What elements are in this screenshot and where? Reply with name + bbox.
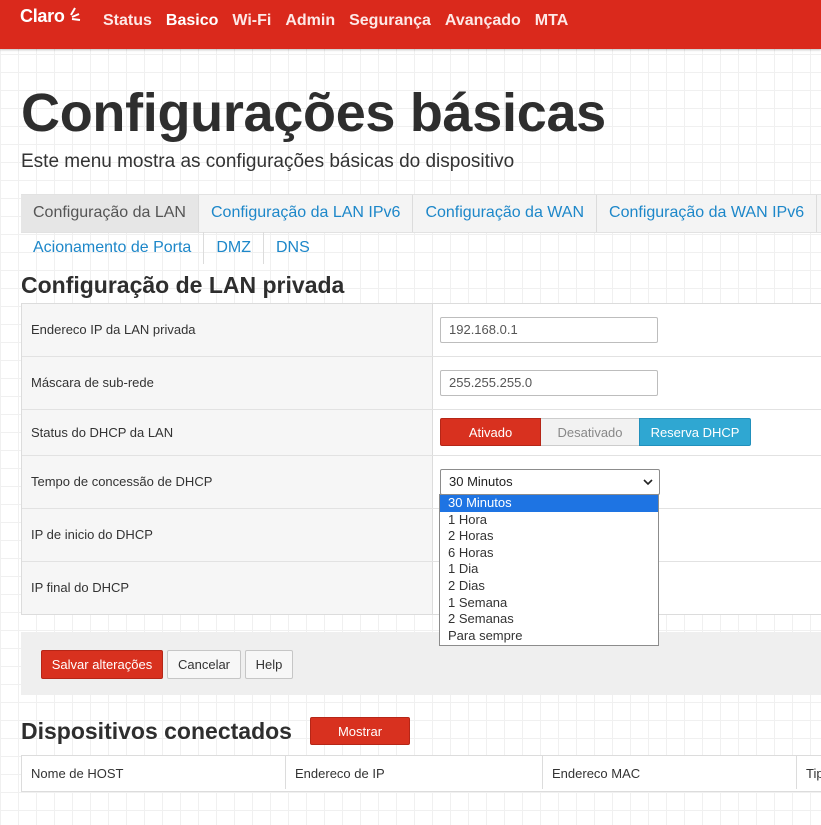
tab-wan[interactable]: Configuração da WAN: [413, 195, 598, 232]
lease-option[interactable]: 2 Dias: [440, 578, 658, 595]
dhcp-status-toggle: Ativado Desativado Reserva DHCP: [440, 418, 751, 446]
lease-option[interactable]: 2 Semanas: [440, 611, 658, 628]
show-devices-button[interactable]: Mostrar: [310, 717, 410, 745]
lease-option[interactable]: 30 Minutos: [440, 495, 658, 512]
dhcp-enabled-button[interactable]: Ativado: [440, 418, 541, 446]
devices-section-title: Dispositivos conectados: [21, 718, 292, 744]
form-row-dhcp-end: IP final do DHCP: [22, 562, 821, 614]
nav-basico[interactable]: Basico: [166, 12, 218, 30]
dhcp-disabled-button[interactable]: Desativado: [541, 418, 639, 446]
tab-lan-ipv6[interactable]: Configuração da LAN IPv6: [199, 195, 414, 232]
nav-mta[interactable]: MTA: [535, 12, 568, 30]
dhcp-reservation-button[interactable]: Reserva DHCP: [639, 418, 751, 446]
column-header[interactable]: Endereco MAC: [543, 756, 797, 789]
column-header[interactable]: Nome de HOST: [22, 756, 286, 789]
help-button[interactable]: Help: [245, 650, 293, 679]
form-row-lease: Tempo de concessão de DHCP 30 Minutos: [22, 456, 821, 509]
lease-label: Tempo de concessão de DHCP: [31, 474, 213, 489]
lan-settings-form: Endereco IP da LAN privada 192.168.0.1 M…: [21, 303, 821, 615]
tab-bar: Configuração da LAN Configuração da LAN …: [21, 194, 821, 233]
nav-seguranca[interactable]: Segurança: [349, 12, 431, 30]
page-subtitle: Este menu mostra as configurações básica…: [21, 151, 515, 172]
tab-dns[interactable]: DNS: [264, 232, 322, 264]
lan-ip-input[interactable]: 192.168.0.1: [440, 317, 658, 343]
lan-section-title: Configuração de LAN privada: [21, 272, 345, 298]
top-navigation-bar: Claro Status Basico Wi-Fi Admin Seguranç…: [0, 0, 821, 49]
lease-time-dropdown: 30 Minutos 1 Hora 2 Horas 6 Horas 1 Dia …: [439, 494, 659, 646]
dhcp-status-label: Status do DHCP da LAN: [31, 425, 174, 440]
form-row-dhcp-start: IP de inicio do DHCP: [22, 509, 821, 562]
form-row-dhcp-status: Status do DHCP da LAN Ativado Desativado…: [22, 410, 821, 456]
form-row-mask: Máscara de sub-rede 255.255.255.0: [22, 357, 821, 410]
lease-option[interactable]: 1 Hora: [440, 512, 658, 529]
devices-table-header: Nome de HOST Endereco de IP Endereco MAC…: [21, 755, 821, 792]
tab-bar-secondary: Acionamento de Porta DMZ DNS: [21, 232, 322, 264]
column-header[interactable]: Tip: [797, 756, 821, 789]
logo-text: Claro: [20, 6, 65, 26]
lease-time-select[interactable]: 30 Minutos: [440, 469, 660, 495]
form-row-ip: Endereco IP da LAN privada 192.168.0.1: [22, 304, 821, 357]
chevron-down-icon: [643, 479, 653, 486]
lease-time-value: 30 Minutos: [449, 474, 513, 489]
lease-option[interactable]: 1 Dia: [440, 561, 658, 578]
tab-dmz[interactable]: DMZ: [204, 232, 264, 264]
lease-option[interactable]: 1 Semana: [440, 595, 658, 612]
lease-option[interactable]: 2 Horas: [440, 528, 658, 545]
nav-status[interactable]: Status: [103, 12, 152, 30]
dhcp-start-label: IP de inicio do DHCP: [31, 527, 153, 542]
nav-admin[interactable]: Admin: [285, 12, 335, 30]
tab-port-triggering[interactable]: Acionamento de Porta: [21, 232, 205, 264]
ip-label: Endereco IP da LAN privada: [31, 322, 196, 337]
cancel-button[interactable]: Cancelar: [167, 650, 241, 679]
mask-label: Máscara de sub-rede: [31, 375, 154, 390]
lease-option[interactable]: Para sempre: [440, 628, 658, 645]
nav-wifi[interactable]: Wi-Fi: [232, 12, 271, 30]
claro-logo[interactable]: Claro: [20, 6, 81, 27]
claro-logo-icon: [70, 7, 81, 21]
page-title: Configurações básicas: [21, 83, 606, 143]
tab-wan-ipv6[interactable]: Configuração da WAN IPv6: [597, 195, 818, 232]
nav-avancado[interactable]: Avançado: [445, 12, 521, 30]
tab-lan[interactable]: Configuração da LAN: [21, 195, 199, 232]
column-header[interactable]: Endereco de IP: [286, 756, 543, 789]
dhcp-end-label: IP final do DHCP: [31, 580, 130, 595]
subnet-mask-input[interactable]: 255.255.255.0: [440, 370, 658, 396]
form-actions: Salvar alterações Cancelar Help: [21, 632, 821, 695]
lease-option[interactable]: 6 Horas: [440, 545, 658, 562]
main-menu: Status Basico Wi-Fi Admin Segurança Avan…: [103, 12, 582, 30]
save-button[interactable]: Salvar alterações: [41, 650, 163, 679]
